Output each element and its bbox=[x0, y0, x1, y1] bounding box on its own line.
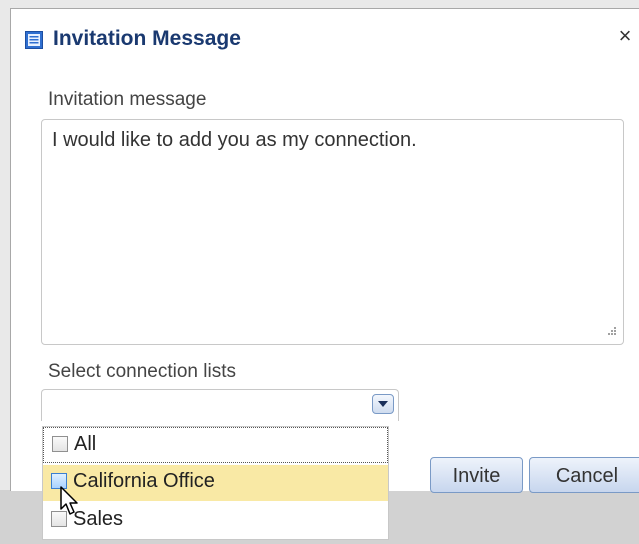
connection-lists-dropdown: All California Office Sales bbox=[42, 426, 389, 540]
list-option-california-office[interactable]: California Office bbox=[43, 465, 388, 501]
list-option-all[interactable]: All bbox=[43, 427, 388, 463]
invite-button[interactable]: Invite bbox=[430, 457, 523, 493]
invitation-message-text: I would like to add you as my connection… bbox=[52, 129, 417, 151]
resize-grip-icon[interactable] bbox=[603, 324, 617, 338]
connection-lists-select[interactable] bbox=[41, 389, 399, 421]
connection-lists-label: Select connection lists bbox=[48, 361, 236, 382]
dialog-title: Invitation Message bbox=[53, 27, 241, 50]
chevron-down-icon[interactable] bbox=[372, 394, 394, 414]
list-option-label: All bbox=[74, 433, 97, 455]
list-option-sales[interactable]: Sales bbox=[43, 503, 388, 539]
invitation-dialog: Invitation Message × Invitation message … bbox=[10, 8, 639, 493]
background-top bbox=[0, 0, 639, 8]
invitation-message-label: Invitation message bbox=[48, 89, 207, 110]
invitation-message-textarea[interactable]: I would like to add you as my connection… bbox=[41, 119, 624, 345]
checkbox[interactable] bbox=[52, 436, 68, 452]
mouse-pointer-icon bbox=[60, 486, 78, 515]
list-option-label: California Office bbox=[73, 470, 215, 492]
close-button[interactable]: × bbox=[614, 23, 636, 49]
dialog-title-bar: Invitation Message × bbox=[11, 9, 639, 69]
document-icon bbox=[25, 31, 43, 49]
background-left bbox=[0, 0, 10, 490]
cancel-button[interactable]: Cancel bbox=[529, 457, 639, 493]
